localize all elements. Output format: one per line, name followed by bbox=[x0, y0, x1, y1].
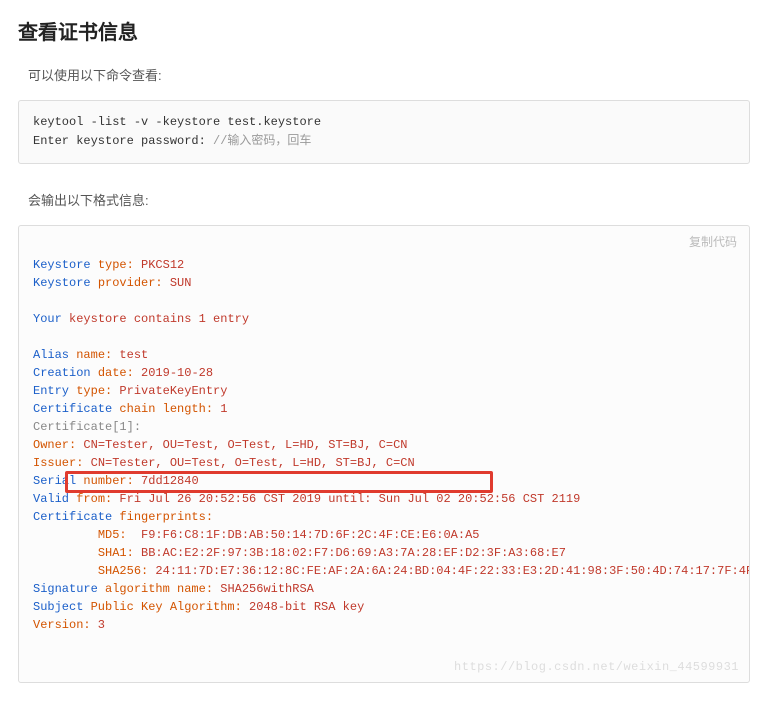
keystore-label2: Keystore bbox=[33, 276, 98, 290]
sig-label: Signature bbox=[33, 582, 105, 596]
entry-type-kw: type: bbox=[76, 384, 112, 398]
chain-kw: chain length: bbox=[119, 402, 213, 416]
sha256-kw: SHA256: bbox=[98, 564, 148, 578]
valid-label: Valid bbox=[33, 492, 76, 506]
chain-val: 1 bbox=[213, 402, 227, 416]
date-val: 2019-10-28 bbox=[134, 366, 213, 380]
sha1-val: BB:AC:E2:2F:97:3B:18:02:F7:D6:69:A3:7A:2… bbox=[134, 546, 566, 560]
alias-val: test bbox=[112, 348, 148, 362]
owner-val: CN=Tester, OU=Test, O=Test, L=HD, ST=BJ,… bbox=[76, 438, 407, 452]
type-kw: type: bbox=[98, 258, 134, 272]
page-title: 查看证书信息 bbox=[18, 16, 750, 45]
fp-kw: fingerprints: bbox=[119, 510, 213, 524]
entry-type-val: PrivateKeyEntry bbox=[112, 384, 227, 398]
keystore-label: Keystore bbox=[33, 258, 98, 272]
sig-val: SHA256withRSA bbox=[213, 582, 314, 596]
from-kw: from: bbox=[76, 492, 112, 506]
contains-line: keystore contains 1 entry bbox=[69, 312, 249, 326]
type-val: PKCS12 bbox=[134, 258, 184, 272]
enter-pw-label: Enter keystore password: bbox=[33, 134, 213, 148]
md5-val: F9:F6:C8:1F:DB:AB:50:14:7D:6F:2C:4F:CE:E… bbox=[134, 528, 480, 542]
pka-val: 2048-bit RSA key bbox=[242, 600, 364, 614]
provider-val: SUN bbox=[163, 276, 192, 290]
sha1-kw: SHA1: bbox=[98, 546, 134, 560]
output-intro: 会输出以下格式信息: bbox=[28, 190, 750, 209]
provider-kw: provider: bbox=[98, 276, 163, 290]
cert-label2: Certificate bbox=[33, 510, 119, 524]
cert-label: Certificate bbox=[33, 402, 119, 416]
number-kw: number: bbox=[83, 474, 133, 488]
date-kw: date: bbox=[98, 366, 134, 380]
cmd-line: keytool -list -v -keystore test.keystore bbox=[33, 115, 321, 129]
cert-idx: Certificate[1]: bbox=[33, 420, 141, 434]
subj-label: Subject bbox=[33, 600, 91, 614]
command-codeblock: keytool -list -v -keystore test.keystore… bbox=[18, 100, 750, 164]
ver-kw: Version: bbox=[33, 618, 91, 632]
alias-kw: Alias bbox=[33, 348, 76, 362]
enter-pw-comment: //输入密码，回车 bbox=[213, 134, 311, 148]
creation-label: Creation bbox=[33, 366, 98, 380]
owner-kw: Owner: bbox=[33, 438, 76, 452]
ver-val: 3 bbox=[91, 618, 105, 632]
alg-kw: algorithm name: bbox=[105, 582, 213, 596]
output-codeblock: 复制代码 Keystore type: PKCS12 Keystore provi… bbox=[18, 225, 750, 683]
issuer-kw: Issuer: bbox=[33, 456, 83, 470]
entry-label: Entry bbox=[33, 384, 76, 398]
pka-kw: Public Key Algorithm: bbox=[91, 600, 242, 614]
name-kw: name: bbox=[76, 348, 112, 362]
sha256-val: 24:11:7D:E7:36:12:8C:FE:AF:2A:6A:24:BD:0… bbox=[148, 564, 750, 578]
intro-text: 可以使用以下命令查看: bbox=[28, 65, 750, 84]
serial-val: 7dd12840 bbox=[134, 474, 199, 488]
serial-label: Serial bbox=[33, 474, 83, 488]
your-kw: Your bbox=[33, 312, 69, 326]
watermark: https://blog.csdn.net/weixin_44599931 bbox=[454, 658, 739, 676]
md5-kw: MD5: bbox=[98, 528, 134, 542]
issuer-val: CN=Tester, OU=Test, O=Test, L=HD, ST=BJ,… bbox=[83, 456, 414, 470]
copy-code-link[interactable]: 复制代码 bbox=[689, 234, 737, 252]
valid-val: Fri Jul 26 20:52:56 CST 2019 until: Sun … bbox=[112, 492, 580, 506]
